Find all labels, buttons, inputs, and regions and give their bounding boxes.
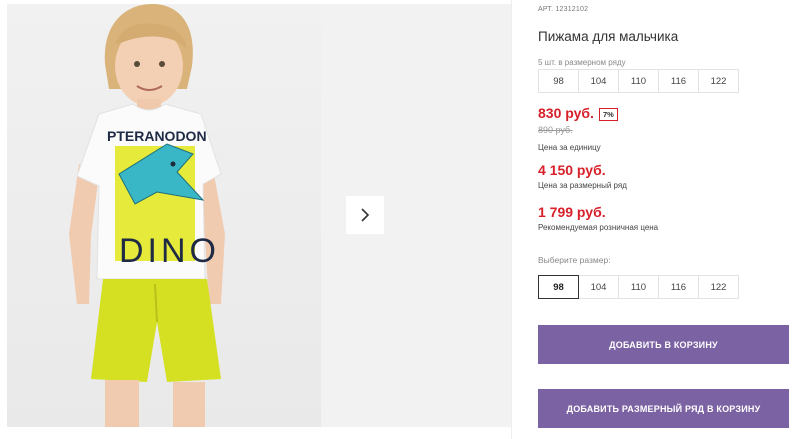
next-image-button[interactable] bbox=[346, 196, 384, 234]
old-price: 890 руб. bbox=[538, 125, 573, 135]
product-info-panel: АРТ. 12312102 Пижама для мальчика 5 шт. … bbox=[538, 0, 800, 439]
recommended-price: 1 799 руб. bbox=[538, 204, 606, 220]
chevron-right-icon bbox=[361, 208, 370, 222]
pack-size-cell: 110 bbox=[618, 69, 659, 93]
pack-size-cell: 116 bbox=[658, 69, 699, 93]
unit-price-note: Цена за единицу bbox=[538, 143, 601, 152]
pack-size-cell: 122 bbox=[698, 69, 739, 93]
shirt-print-top: PTERANODON bbox=[107, 128, 207, 144]
product-gallery: PTERANODON DINO bbox=[0, 0, 512, 439]
pack-sizes-label: 5 шт. в размерном ряду bbox=[538, 58, 626, 67]
pack-size-cell: 98 bbox=[538, 69, 579, 93]
size-option-116[interactable]: 116 bbox=[658, 275, 699, 299]
discount-badge: 7% bbox=[599, 108, 618, 121]
product-title: Пижама для мальчика bbox=[538, 29, 679, 44]
panel-divider bbox=[511, 0, 512, 439]
add-to-cart-button[interactable]: ДОБАВИТЬ В КОРЗИНУ bbox=[538, 325, 789, 364]
pack-price: 4 150 руб. bbox=[538, 162, 606, 178]
shirt-print-bottom: DINO bbox=[119, 232, 220, 270]
size-selector: 98 104 110 116 122 bbox=[538, 275, 739, 299]
size-option-98[interactable]: 98 bbox=[538, 275, 579, 299]
add-pack-to-cart-button[interactable]: ДОБАВИТЬ РАЗМЕРНЫЙ РЯД В КОРЗИНУ bbox=[538, 389, 789, 428]
product-photo[interactable]: PTERANODON DINO bbox=[7, 4, 321, 427]
unit-price: 830 руб. bbox=[538, 105, 594, 121]
size-option-122[interactable]: 122 bbox=[698, 275, 739, 299]
size-option-104[interactable]: 104 bbox=[578, 275, 619, 299]
pack-sizes-row: 98 104 110 116 122 bbox=[538, 69, 739, 93]
choose-size-label: Выберите размер: bbox=[538, 255, 611, 265]
pack-size-cell: 104 bbox=[578, 69, 619, 93]
pack-price-note: Цена за размерный ряд bbox=[538, 181, 627, 190]
size-option-110[interactable]: 110 bbox=[618, 275, 659, 299]
product-photo-illustration: PTERANODON DINO bbox=[7, 4, 321, 427]
article-number: АРТ. 12312102 bbox=[538, 6, 589, 13]
recommended-price-note: Рекомендуемая розничная цена bbox=[538, 223, 659, 232]
